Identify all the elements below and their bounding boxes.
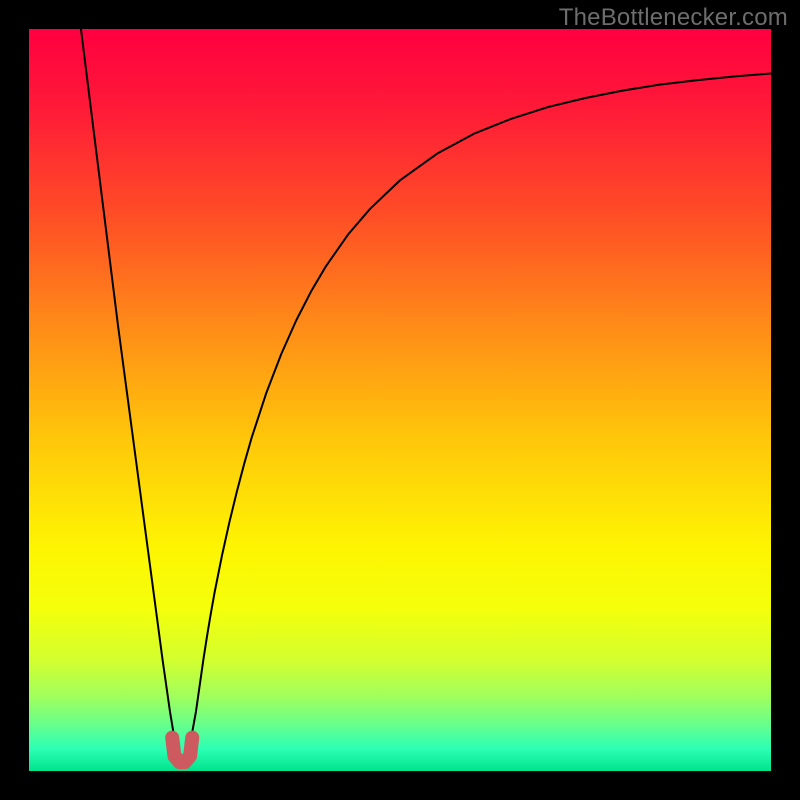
watermark-text: TheBottlenecker.com (559, 4, 788, 32)
chart-frame: TheBottlenecker.com (0, 0, 800, 800)
plot-area (29, 29, 771, 771)
gradient-background (29, 29, 771, 771)
chart-svg (29, 29, 771, 771)
